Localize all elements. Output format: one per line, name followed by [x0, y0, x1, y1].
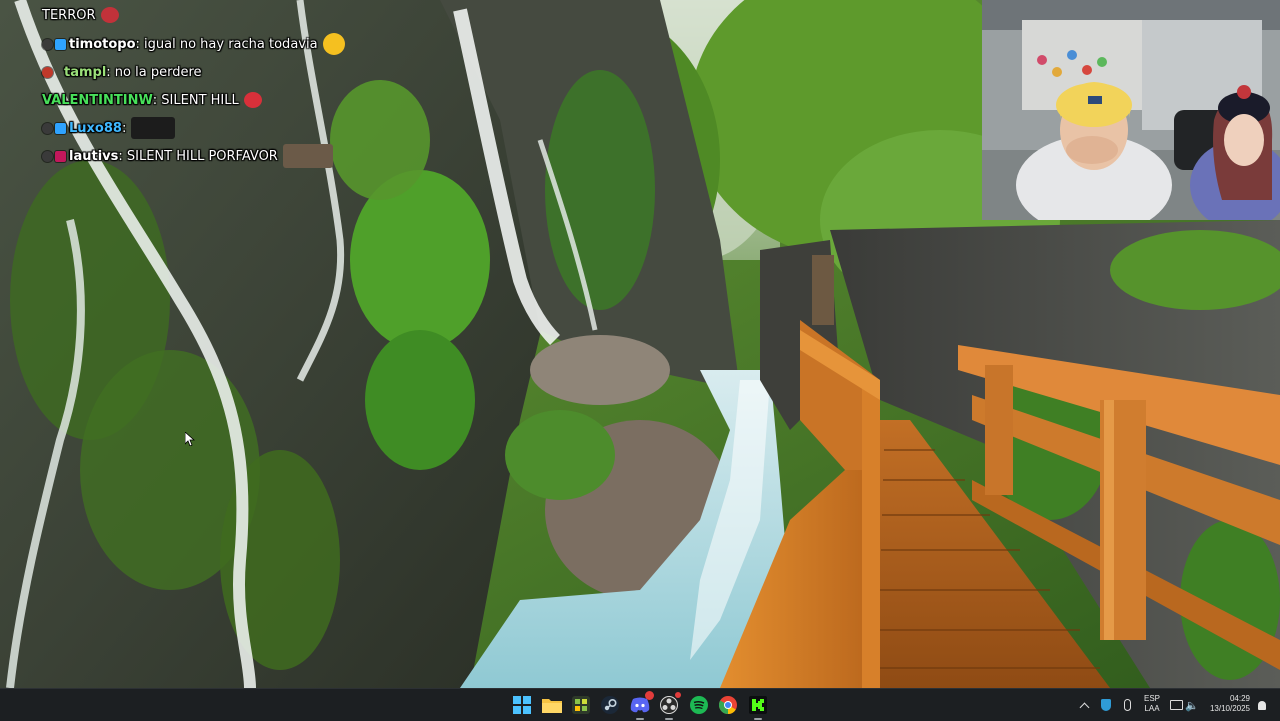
- chat-message-text: : no la perdere: [106, 64, 202, 80]
- chat-message: Luxo88 :: [42, 115, 176, 141]
- desktop-wallpaper: TERROR timotopo : igual no hay racha tod…: [0, 0, 1280, 688]
- show-hidden-icons-button[interactable]: [1076, 689, 1092, 721]
- chat-message-text: :: [121, 120, 127, 136]
- chat-username: timotopo: [69, 36, 136, 52]
- chat-message-text: : SILENT HILL PORFAVOR: [118, 148, 278, 164]
- stream-chat-overlay: TERROR timotopo : igual no hay racha tod…: [0, 0, 380, 180]
- chevron-up-icon: [1079, 702, 1089, 712]
- steam-icon: [601, 696, 619, 714]
- taskbar-discord[interactable]: [628, 691, 654, 720]
- taskbar-file-explorer[interactable]: [540, 693, 564, 717]
- mouse-cursor-icon: [185, 432, 195, 446]
- chat-username: VALENTINTINW: [42, 92, 153, 108]
- recording-dot: [675, 692, 681, 698]
- chat-emote: [282, 144, 333, 168]
- obs-icon: [660, 696, 678, 714]
- chat-badges: [42, 150, 66, 162]
- chat-emote: [243, 92, 262, 108]
- taskbar-kick[interactable]: [746, 693, 770, 720]
- taskbar-chrome[interactable]: [716, 693, 740, 717]
- notifications-button[interactable]: [1254, 689, 1270, 721]
- chat-badges: [42, 122, 66, 134]
- chat-emote: [322, 33, 345, 55]
- microphone-icon: [1123, 699, 1131, 711]
- app-grid-icon: [572, 696, 590, 714]
- chrome-icon: [719, 696, 737, 714]
- input-language-indicator[interactable]: ESP LAA: [1141, 694, 1163, 714]
- chat-username: tampl: [64, 64, 107, 80]
- chat-message: TERROR: [42, 2, 119, 28]
- chat-message-text: TERROR: [42, 7, 96, 23]
- start-button[interactable]: [510, 693, 534, 717]
- folder-icon: [542, 699, 562, 713]
- tray-microphone[interactable]: [1119, 689, 1135, 721]
- chat-username: lautivs: [69, 148, 119, 164]
- chat-message: lautivs : SILENT HILL PORFAVOR: [42, 143, 333, 169]
- chat-message-text: : igual no hay racha todavia: [135, 36, 318, 52]
- taskbar-obs[interactable]: [657, 692, 681, 720]
- tray-security[interactable]: [1098, 689, 1114, 721]
- chat-badges: [42, 38, 66, 50]
- chat-emote: [100, 7, 119, 23]
- webcam-feed: [982, 0, 1280, 220]
- chat-username: Luxo88: [69, 120, 122, 136]
- chat-message: tampl : no la perdere: [42, 59, 202, 85]
- taskbar-app[interactable]: [569, 693, 593, 717]
- clock-date: 13/10/2025: [1209, 704, 1250, 713]
- chat-message: VALENTINTINW : SILENT HILL: [42, 87, 262, 113]
- clock-time: 04:29: [1229, 694, 1250, 703]
- taskbar: ESP LAA 🔈 04:29 13/10/2025: [0, 688, 1280, 721]
- taskbar-steam[interactable]: [598, 693, 622, 717]
- bell-icon: [1258, 700, 1266, 710]
- chat-emote: [131, 117, 176, 139]
- chat-message: timotopo : igual no hay racha todavia: [42, 31, 345, 57]
- notification-badge: [645, 691, 654, 700]
- taskbar-clock[interactable]: 04:29 13/10/2025: [1178, 694, 1250, 714]
- taskbar-spotify[interactable]: [687, 693, 711, 717]
- kick-icon: [749, 696, 767, 714]
- windows-start-icon: [513, 696, 531, 714]
- spotify-icon: [690, 696, 708, 714]
- shield-icon: [1101, 699, 1111, 711]
- webcam-overlay: [982, 0, 1280, 220]
- chat-badges: [42, 66, 53, 78]
- chat-message-text: : SILENT HILL: [152, 92, 239, 108]
